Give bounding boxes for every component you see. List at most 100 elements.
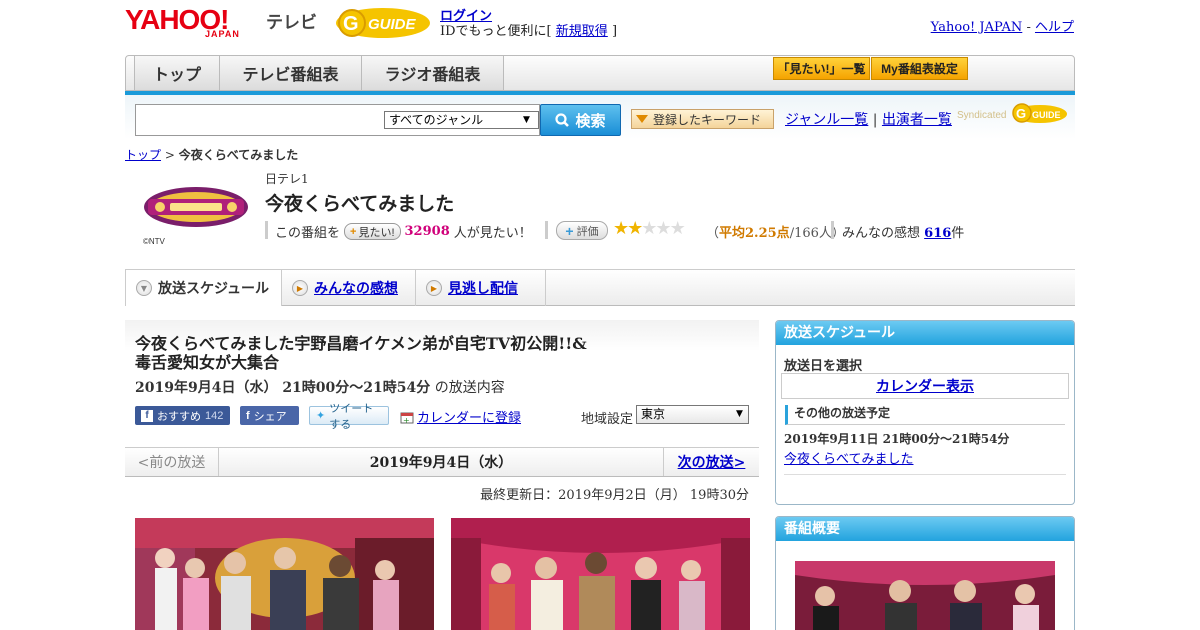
prev-broadcast: <前の放送 [125,448,219,476]
facebook-recommend-button[interactable]: f おすすめ 142 [135,406,230,425]
registered-keyword-label: 登録したキーワード [653,112,762,127]
select-date-label: 放送日を選択 [784,359,863,374]
divider [831,221,834,239]
episode-photo-1 [135,518,434,630]
yahoo-japan-logo-text: JAPAN [205,29,240,39]
want-suffix: 人が見たい！ [453,226,532,241]
reviews-count-link[interactable]: 616 [924,226,951,241]
tweet-button[interactable]: ✦ ツイートする [309,403,389,431]
divider [545,221,548,239]
yahoo-japan-link[interactable]: Yahoo! JAPAN [931,20,1023,35]
rate-button[interactable]: + 評価 [556,221,608,240]
plus-icon: + [350,225,357,238]
breadcrumb-current: 今夜くらべてみました [178,148,299,162]
search-button-label: 検索 [575,112,606,130]
reviews-unit: 件 [951,226,965,241]
star-empty-icon: ★ [669,218,686,239]
breadcrumb: トップ > 今夜くらべてみました [125,146,298,163]
login-subtext: IDでもっと便利に[ 新規取得 ] [440,20,617,39]
dropdown-arrow-icon: ▼ [736,409,743,419]
tab-catchup-label[interactable]: 見逃し配信 [448,278,518,298]
rating-stars: ★★★★★ [613,218,686,239]
tab-catchup[interactable]: ▶ 見逃し配信 [416,270,546,306]
genre-list-link[interactable]: ジャンル一覧 [785,112,868,128]
g-guide-small-logo: G GUIDE [1012,103,1067,123]
want-list-button[interactable]: 「見たい!」一覧 [773,57,870,80]
tab-schedule-label: 放送スケジュール [158,281,270,297]
triangle-down-icon [636,115,648,123]
tab-reviews[interactable]: ▶ みんなの感想 [282,270,416,306]
want-count: 32908 [404,224,450,239]
nav-tab-radio-schedule[interactable]: ラジオ番組表 [362,56,504,90]
calendar-register-link[interactable]: カレンダーに登録 [417,407,521,426]
cast-list-link[interactable]: 出演者一覧 [882,112,952,128]
tweet-label: ツイートする [329,402,374,431]
genre-select[interactable]: すべてのジャンル [384,111,539,129]
chevron-down-icon: ▼ [136,280,152,296]
divider [265,221,268,239]
other-broadcast-link[interactable]: 今夜くらべてみました [784,448,913,467]
current-broadcast-date: 2019年9月4日（水） [369,455,513,471]
tab-reviews-label[interactable]: みんなの感想 [314,278,398,298]
g-guide-logo: G GUIDE [336,8,430,38]
avg-rest: /166人） [789,226,845,241]
star-filled-icon: ★ [613,218,629,239]
header-links: Yahoo! JAPAN - ヘルプ [931,16,1074,35]
program-title: 今夜くらべてみました [265,193,455,215]
calendar-add-icon: + [400,412,414,424]
facebook-share-button[interactable]: f シェア [240,406,299,425]
syndicated-label: Syndicated [957,110,1007,121]
nav-tab-top[interactable]: トップ [134,56,220,90]
reviews-label: みんなの感想 [842,226,921,241]
svg-text:G: G [343,13,359,35]
program-summary-photo [795,561,1055,630]
dropdown-arrow-icon: ▼ [523,115,530,125]
twitter-bird-icon: ✦ [316,410,326,422]
next-broadcast-link[interactable]: 次の放送> [663,448,759,476]
avg-label: 平均2.25点 [719,226,790,241]
want-to-watch-button[interactable]: + 見たい! [344,223,401,240]
nav-tab-tv-schedule[interactable]: テレビ番組表 [220,56,362,90]
registered-keyword-button[interactable]: 登録したキーワード [631,109,774,129]
want-prefix: この番組を [275,226,341,241]
region-select[interactable]: 東京 [636,405,749,424]
facebook-icon: f [246,409,250,422]
want-to-watch-row: この番組を + 見たい! 32908 人が見たい！ [275,222,532,241]
calendar-view-link[interactable]: カレンダー表示 [781,373,1069,399]
episode-date-suffix: の放送内容 [434,380,505,396]
facebook-icon: f [141,409,153,422]
average-rating: （平均2.25点/166人） [706,222,845,241]
plus-icon: + [565,222,574,239]
calendar-register[interactable]: + カレンダーに登録 [400,407,521,426]
reviews-count: みんなの感想 616件 [842,222,964,241]
tab-schedule[interactable]: ▼ 放送スケジュール [125,269,282,306]
fb-share-label: シェア [253,410,287,423]
other-broadcasts-heading: その他の放送予定 [785,405,1065,425]
breadcrumb-top[interactable]: トップ [125,148,161,162]
header-separator: - [1026,20,1031,35]
want-button-label: 見たい! [358,226,395,239]
sidebar-summary-heading: 番組概要 [776,517,1074,541]
my-schedule-button[interactable]: My番組表設定 [871,57,968,80]
svg-text:+: + [403,416,410,424]
copyright-text: ©NTV [143,237,165,246]
signup-link[interactable]: 新規取得 [556,24,608,39]
search-button[interactable]: 検索 [540,104,621,136]
help-link[interactable]: ヘルプ [1035,20,1074,35]
tv-logo-text: テレビ [266,13,317,32]
channel-name: 日テレ1 [265,172,309,186]
browse-links: ジャンル一覧 | 出演者一覧 [785,109,952,129]
avg-open: （ [706,226,720,241]
rate-button-label: 評価 [576,225,599,238]
svg-text:GUIDE: GUIDE [368,16,417,33]
search-icon [555,113,570,127]
episode-date-line: 2019年9月4日（水） 21時00分～21時54分 の放送内容 [135,377,505,397]
fb-recommend-label: おすすめ [157,410,201,423]
last-updated: 最終更新日：2019年9月2日（月） 19時30分 [480,488,749,503]
other-broadcast-date: 2019年9月11日 21時00分～21時54分 [784,432,1010,446]
episode-photo-2 [451,518,750,630]
program-logo [140,181,252,233]
login-prefix: IDでもっと便利に[ [440,24,552,39]
star-empty-icon: ★ [655,218,671,239]
sidebar-schedule-heading: 放送スケジュール [776,321,1074,345]
